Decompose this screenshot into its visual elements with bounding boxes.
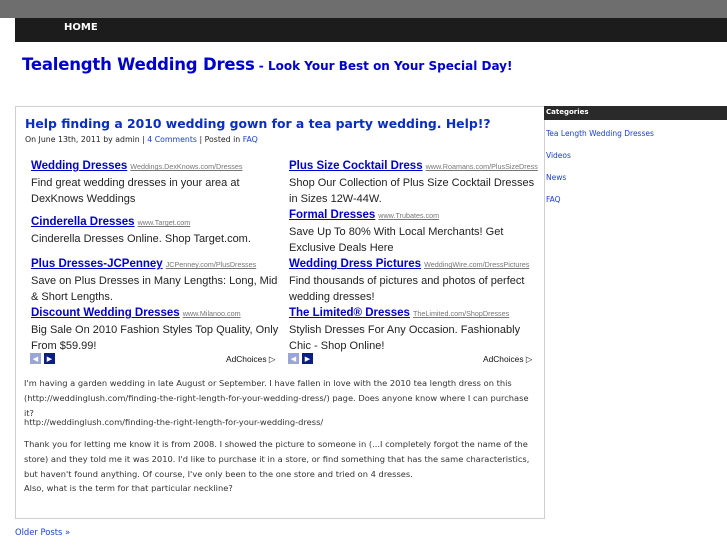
chevron-left-icon[interactable]: ◀: [288, 353, 299, 364]
nav-home-link[interactable]: HOME: [64, 22, 98, 33]
ad-url[interactable]: www.Roamans.com/PlusSizeDress: [426, 162, 538, 171]
ad-block[interactable]: The Limited® Dresses TheLimited.com/ShopD…: [289, 303, 537, 354]
post-paragraph: http://weddinglush.com/finding-the-right…: [24, 417, 324, 427]
ad-url[interactable]: www.Target.com: [138, 218, 191, 227]
ad-description: Save on Plus Dresses in Many Lengths: Lo…: [31, 275, 278, 303]
ad-description: Big Sale On 2010 Fashion Styles Top Qual…: [31, 324, 279, 352]
ad-url[interactable]: TheLimited.com/ShopDresses: [413, 309, 509, 318]
ad-title[interactable]: Plus Dresses-JCPenney: [31, 258, 163, 270]
site-title[interactable]: Tealength Wedding Dress: [22, 55, 255, 74]
post-paragraph: Also, what is the term for that particul…: [24, 483, 233, 493]
ad-block[interactable]: Discount Wedding Dresses www.Milanoo.com …: [31, 303, 279, 354]
ad-title[interactable]: Wedding Dresses: [31, 160, 127, 172]
ad-url[interactable]: www.Trubates.com: [378, 211, 439, 220]
ad-description: Stylish Dresses For Any Occasion. Fashio…: [289, 324, 521, 352]
post-title[interactable]: Help finding a 2010 wedding gown for a t…: [25, 116, 491, 131]
ad-url[interactable]: Weddings.DexKnows.com/Dresses: [130, 162, 242, 171]
ad-description: Find great wedding dresses in your area …: [31, 177, 240, 205]
sidebar-heading: Categories: [544, 106, 727, 120]
chevron-right-icon[interactable]: ▶: [302, 353, 313, 364]
sidebar-item-faq[interactable]: FAQ: [546, 195, 561, 204]
chevron-right-icon[interactable]: ▶: [44, 353, 55, 364]
category-link[interactable]: FAQ: [243, 135, 258, 144]
ad-block[interactable]: Wedding Dress Pictures WeddingWire.com/Dr…: [289, 254, 537, 305]
sidebar-item-news[interactable]: News: [546, 173, 566, 182]
adchoices-link[interactable]: AdChoices ▷: [226, 354, 275, 364]
ad-pager-left: ◀ ▶: [30, 353, 55, 364]
ad-title[interactable]: The Limited® Dresses: [289, 307, 410, 319]
sidebar-item-tea-length[interactable]: Tea Length Wedding Dresses: [546, 129, 654, 138]
ad-block[interactable]: Wedding Dresses Weddings.DexKnows.com/Dre…: [31, 156, 279, 207]
post-paragraph: Thank you for letting me know it is from…: [24, 439, 530, 479]
ad-title[interactable]: Wedding Dress Pictures: [289, 258, 421, 270]
ad-block[interactable]: Cinderella Dresses www.Target.com Cindere…: [31, 212, 279, 247]
chevron-left-icon[interactable]: ◀: [30, 353, 41, 364]
nav-bar: HOME: [15, 18, 727, 42]
ad-title[interactable]: Discount Wedding Dresses: [31, 307, 180, 319]
ad-block[interactable]: Plus Size Cocktail Dress www.Roamans.com/…: [289, 156, 538, 207]
comments-link[interactable]: 4 Comments: [147, 135, 197, 144]
site-tagline: - Look Your Best on Your Special Day!: [254, 59, 513, 73]
ad-title[interactable]: Formal Dresses: [289, 209, 375, 221]
adchoices-link[interactable]: AdChoices ▷: [483, 354, 532, 364]
ad-url[interactable]: www.Milanoo.com: [183, 309, 241, 318]
ad-url[interactable]: JCPenney.com/PlusDresses: [166, 260, 257, 269]
ad-description: Cinderella Dresses Online. Shop Target.c…: [31, 233, 251, 245]
ad-block[interactable]: Formal Dresses www.Trubates.com Save Up T…: [289, 205, 537, 256]
older-posts-link[interactable]: Older Posts »: [15, 527, 70, 537]
post-meta-mid: | Posted in: [196, 135, 243, 144]
top-strip: [0, 0, 727, 18]
ad-block[interactable]: Plus Dresses-JCPenney JCPenney.com/PlusDr…: [31, 254, 279, 305]
ad-description: Save Up To 80% With Local Merchants! Get…: [289, 226, 504, 254]
ad-title[interactable]: Plus Size Cocktail Dress: [289, 160, 423, 172]
post-meta-prefix: On June 13th, 2011 by admin |: [25, 135, 148, 144]
ad-description: Find thousands of pictures and photos of…: [289, 275, 525, 303]
post-container: Help finding a 2010 wedding gown for a t…: [15, 106, 545, 519]
post-meta: On June 13th, 2011 by admin | 4 Comments…: [25, 135, 258, 144]
ad-url[interactable]: WeddingWire.com/DressPictures: [424, 260, 529, 269]
ad-pager-right: ◀ ▶: [288, 353, 313, 364]
sidebar-item-videos[interactable]: Videos: [546, 151, 571, 160]
ad-description: Shop Our Collection of Plus Size Cocktai…: [289, 177, 535, 205]
sidebar-heading-label: Categories: [546, 108, 589, 116]
site-header: Tealength Wedding Dress - Look Your Best…: [22, 55, 512, 74]
ad-title[interactable]: Cinderella Dresses: [31, 216, 135, 228]
